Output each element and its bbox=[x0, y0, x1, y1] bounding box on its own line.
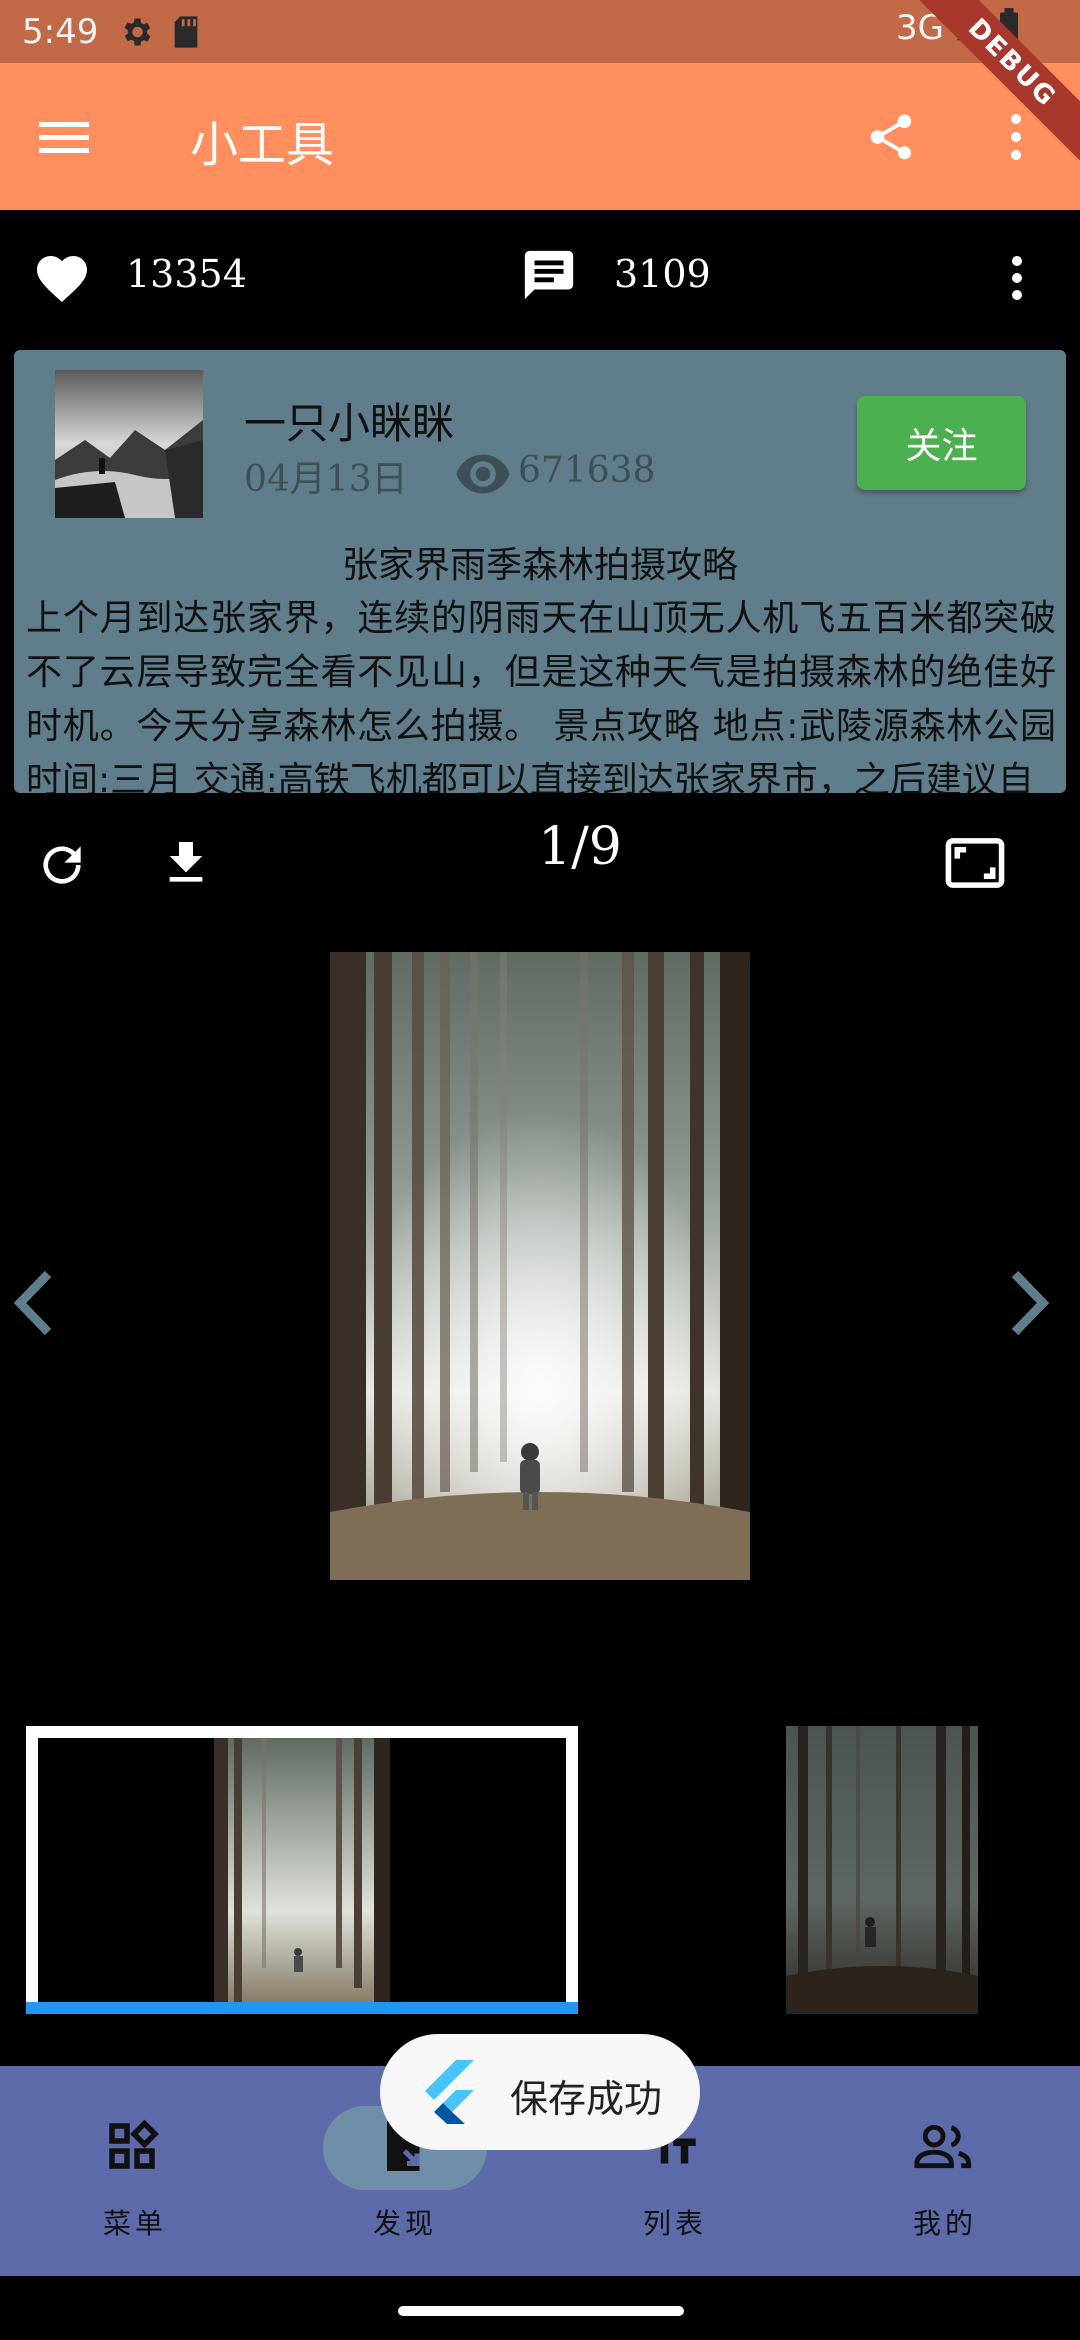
share-button[interactable] bbox=[855, 101, 927, 173]
flutter-logo-icon bbox=[422, 2060, 476, 2124]
nav-label-mine: 我的 bbox=[912, 2207, 977, 2240]
previous-image-button[interactable] bbox=[8, 1268, 58, 1338]
chevron-right-icon bbox=[1011, 1270, 1050, 1336]
post-body: 上个月到达张家界，连续的阴雨天在山顶无人机飞五百米都突破不了云层导致完全看不见山… bbox=[26, 598, 1056, 793]
share-icon bbox=[870, 114, 912, 160]
author-avatar[interactable] bbox=[55, 370, 203, 518]
status-bar: 5:49 3G bbox=[0, 0, 1080, 63]
comment-icon[interactable] bbox=[520, 246, 582, 308]
image-viewer-toolbar: 1/9 bbox=[0, 795, 1080, 925]
like-count: 13354 bbox=[126, 252, 247, 296]
gesture-navigation-bar[interactable] bbox=[398, 2306, 684, 2316]
toast-message: 保存成功 bbox=[510, 2077, 663, 2121]
thumbnail-item[interactable] bbox=[786, 1726, 978, 2014]
menu-button[interactable] bbox=[30, 103, 100, 173]
follow-button[interactable]: 关注 bbox=[857, 396, 1026, 490]
main-photo[interactable] bbox=[330, 952, 750, 1580]
app-bar-more-button[interactable] bbox=[980, 101, 1052, 173]
thumbnail-progress-bar bbox=[26, 2002, 578, 2014]
stats-row: 13354 3109 bbox=[0, 210, 1080, 350]
post-date: 04月13日 bbox=[244, 459, 408, 500]
refresh-icon bbox=[43, 846, 81, 884]
fullscreen-button[interactable] bbox=[944, 835, 1010, 901]
toast: 保存成功 bbox=[380, 2034, 700, 2150]
next-image-button[interactable] bbox=[1005, 1268, 1055, 1338]
view-count: 671638 bbox=[518, 450, 656, 491]
post-more-button[interactable] bbox=[995, 246, 1039, 310]
comment-count: 3109 bbox=[614, 252, 711, 296]
status-time: 5:49 bbox=[22, 11, 99, 52]
more-vert-icon bbox=[1012, 256, 1022, 300]
page-indicator: 1/9 bbox=[538, 817, 622, 877]
people-icon bbox=[912, 2116, 978, 2182]
thumbnail-selected[interactable] bbox=[26, 1726, 578, 2014]
nav-item-menu[interactable]: 菜单 bbox=[0, 2066, 270, 2276]
post-card: 一只小眯眯 04月13日 671638 关注 张家界雨季森林拍摄攻略 上个月到达… bbox=[14, 350, 1066, 793]
download-icon bbox=[169, 842, 203, 882]
widgets-icon bbox=[102, 2116, 168, 2182]
nav-label-menu: 菜单 bbox=[102, 2207, 167, 2240]
signal-icon bbox=[954, 9, 988, 47]
nav-label-list: 列表 bbox=[642, 2207, 707, 2240]
author-name[interactable]: 一只小眯眯 bbox=[244, 390, 454, 451]
eye-icon bbox=[454, 454, 512, 494]
heart-icon[interactable] bbox=[32, 248, 92, 308]
fullscreen-icon bbox=[945, 838, 1005, 888]
app-title: 小工具 bbox=[190, 117, 335, 173]
nav-label-discover: 发现 bbox=[372, 2207, 437, 2240]
refresh-button[interactable] bbox=[34, 837, 94, 897]
network-type: 3G bbox=[896, 8, 944, 48]
post-title: 张家界雨季森林拍摄攻略 bbox=[341, 545, 738, 586]
battery-icon bbox=[998, 8, 1020, 48]
chevron-left-icon bbox=[13, 1270, 52, 1336]
nav-item-mine[interactable]: 我的 bbox=[810, 2066, 1080, 2276]
app-bar: 小工具 bbox=[0, 63, 1080, 210]
sd-card-icon bbox=[168, 14, 204, 50]
download-button[interactable] bbox=[158, 835, 218, 895]
settings-gear-icon bbox=[118, 14, 154, 50]
more-vert-icon bbox=[1011, 114, 1021, 160]
hamburger-menu-icon bbox=[39, 122, 89, 153]
